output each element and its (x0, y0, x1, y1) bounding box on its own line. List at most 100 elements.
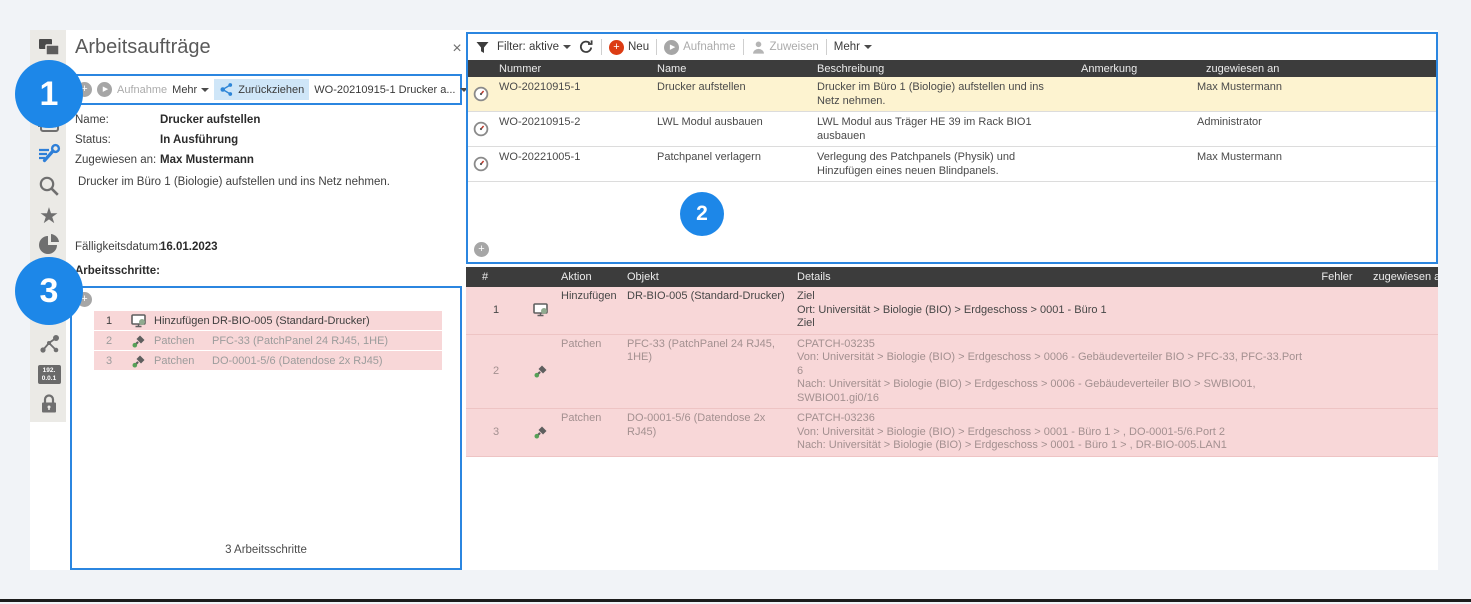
column-zugewiesen-an[interactable]: zugewiesen an (1192, 63, 1436, 75)
cell-aktion: Hinzufügen (556, 287, 622, 334)
order-description: Drucker im Büro 1 (Biologie) aufstellen … (78, 175, 456, 190)
cell-nummer: WO-20210915-1 (494, 77, 652, 111)
detail-fields: Name:Drucker aufstellenStatus:In Ausführ… (75, 110, 455, 170)
cell-objekt: DR-BIO-005 (Standard-Drucker) (622, 287, 792, 334)
topology-icon[interactable] (37, 332, 61, 356)
column-nr[interactable]: # (466, 271, 526, 283)
orders-table-body: WO-20210915-1Drucker aufstellenDrucker i… (468, 77, 1436, 182)
cell-step-icon (526, 409, 556, 456)
toolbar-separator (826, 39, 827, 55)
page-title: Arbeitsaufträge (75, 36, 211, 59)
aufnahme-label: Aufnahme (683, 41, 735, 53)
column-objekt[interactable]: Objekt (622, 271, 792, 283)
work-order-row[interactable]: WO-20210915-1Drucker aufstellenDrucker i… (468, 77, 1436, 112)
chevron-down-icon (563, 45, 571, 49)
work-order-status-icon (468, 77, 494, 111)
aufnahme-button-disabled: ▶ Aufnahme (664, 40, 735, 55)
field-value: Max Mustermann (160, 154, 254, 166)
step-row[interactable]: 1HinzufügenDR-BIO-005 (Standard-Drucker) (94, 311, 442, 331)
toolbar-separator (601, 39, 602, 55)
detail-line: Ort: Universität > Biologie (BIO) > Erdg… (797, 304, 1306, 318)
gauge-icon (473, 156, 489, 172)
mehr-button[interactable]: Mehr (172, 84, 209, 96)
lock-icon[interactable] (37, 392, 61, 416)
column-name[interactable]: Name (652, 63, 812, 75)
app-window: ★ 192. 0.0.1 Arbeitsaufträg (30, 30, 1438, 570)
column-anmerkung[interactable]: Anmerkung (1067, 63, 1192, 75)
cell-step-icon (526, 335, 556, 409)
detail-line: CPATCH-03235 (797, 338, 1306, 352)
step-action: Patchen (154, 335, 212, 347)
aufnahme-button-disabled: Aufnahme (117, 84, 167, 96)
share-icon (219, 82, 234, 97)
chevron-down-icon (201, 88, 209, 92)
patch-icon (533, 424, 549, 440)
detail-line: CPATCH-03236 (797, 412, 1306, 426)
column-fehler[interactable]: Fehler (1306, 271, 1368, 283)
step-object: DR-BIO-005 (Standard-Drucker) (212, 315, 370, 327)
detail-field-row: Zugewiesen an:Max Mustermann (75, 150, 455, 170)
step-row[interactable]: 3PatchenDO-0001-5/6 (Datendose 2x RJ45) (94, 351, 442, 371)
zuweisen-label: Zuweisen (770, 41, 819, 53)
step-number: 2 (94, 335, 124, 347)
devices-icon[interactable] (37, 36, 61, 60)
cell-zugewiesen-an: Max Mustermann (1192, 77, 1436, 111)
column-details[interactable]: Details (792, 271, 1306, 283)
cell-zugewiesen-an: Administrator (1192, 112, 1436, 146)
star-icon[interactable]: ★ (37, 204, 61, 228)
work-order-row[interactable]: WO-20221005-1Patchpanel verlagernVerlegu… (468, 147, 1436, 182)
filter-icon[interactable] (475, 40, 490, 55)
detail-toolbar: + ▶ Aufnahme Mehr Zurückziehen WO-202109… (70, 74, 462, 105)
close-icon[interactable]: × (448, 40, 466, 58)
work-order-row[interactable]: WO-20210915-2LWL Modul ausbauenLWL Modul… (468, 112, 1436, 147)
work-orders-icon[interactable] (37, 142, 61, 166)
detail-field-row: Status:In Ausführung (75, 130, 455, 150)
work-step-row[interactable]: 2PatchenPFC-33 (PatchPanel 24 RJ45, 1HE)… (466, 335, 1438, 410)
mehr-label: Mehr (834, 41, 860, 53)
cell-name: Patchpanel verlagern (652, 147, 812, 181)
mehr-button[interactable]: Mehr (834, 41, 872, 53)
field-label: Zugewiesen an: (75, 154, 160, 166)
ip-line1: 192. (38, 367, 61, 375)
search-icon[interactable] (37, 174, 61, 198)
column-zugewiesen-an[interactable]: zugewiesen an (1368, 271, 1438, 283)
field-label: Status: (75, 134, 160, 146)
cell-beschreibung: Verlegung des Patchpanels (Physik) und H… (812, 147, 1067, 181)
field-value: Drucker aufstellen (160, 114, 260, 126)
detail-line: Nach: Universität > Biologie (BIO) > Erd… (797, 439, 1306, 453)
cell-details: CPATCH-03236Von: Universität > Biologie … (792, 409, 1306, 456)
cell-step-number: 3 (466, 409, 526, 456)
detail-line: Nach: Universität > Biologie (BIO) > Erd… (797, 378, 1306, 405)
work-step-row[interactable]: 1HinzufügenDR-BIO-005 (Standard-Drucker)… (466, 287, 1438, 335)
detail-line: Von: Universität > Biologie (BIO) > Erdg… (797, 351, 1306, 378)
add-order-button[interactable]: + (474, 242, 489, 257)
step-object: DO-0001-5/6 (Datendose 2x RJ45) (212, 355, 383, 367)
plus-icon: + (478, 244, 484, 255)
column-beschreibung[interactable]: Beschreibung (812, 63, 1067, 75)
pie-chart-icon[interactable] (37, 232, 61, 256)
toolbar-separator (656, 39, 657, 55)
filter-label: Filter: aktive (497, 41, 559, 53)
step-row[interactable]: 2 PatchenPFC-33 (PatchPanel 24 RJ45, 1HE) (94, 331, 442, 351)
orders-panel: Filter: aktive + Neu ▶ Aufnahme (466, 32, 1438, 264)
orders-table-header: NummerNameBeschreibungAnmerkungzugewiese… (468, 60, 1436, 77)
work-step-row[interactable]: 3PatchenDO-0001-5/6 (Datendose 2x RJ45)C… (466, 409, 1438, 457)
due-date-row: Fälligkeitsdatum: 16.01.2023 (75, 237, 218, 257)
patch-icon (131, 333, 147, 349)
filter-dropdown[interactable]: Filter: aktive (497, 41, 571, 53)
order-selector-value: WO-20210915-1 Drucker a... (314, 84, 455, 96)
star-glyph: ★ (39, 205, 59, 227)
annotation-badge-1: 1 (15, 60, 83, 128)
refresh-icon[interactable] (578, 39, 594, 55)
step-object: PFC-33 (PatchPanel 24 RJ45, 1HE) (212, 335, 388, 347)
ip-badge: 192. 0.0.1 (38, 365, 61, 384)
column-nummer[interactable]: Nummer (494, 63, 652, 75)
steps-section-label: Arbeitsschritte: (75, 265, 160, 277)
detail-line: Ziel (797, 317, 1306, 331)
neu-button[interactable]: + Neu (609, 40, 649, 55)
record-icon[interactable]: ▶ (97, 82, 112, 97)
order-selector[interactable]: WO-20210915-1 Drucker a... (314, 84, 467, 96)
zurueckziehen-button[interactable]: Zurückziehen (214, 79, 309, 100)
ip-address-icon[interactable]: 192. 0.0.1 (37, 362, 61, 386)
column-aktion[interactable]: Aktion (556, 271, 622, 283)
